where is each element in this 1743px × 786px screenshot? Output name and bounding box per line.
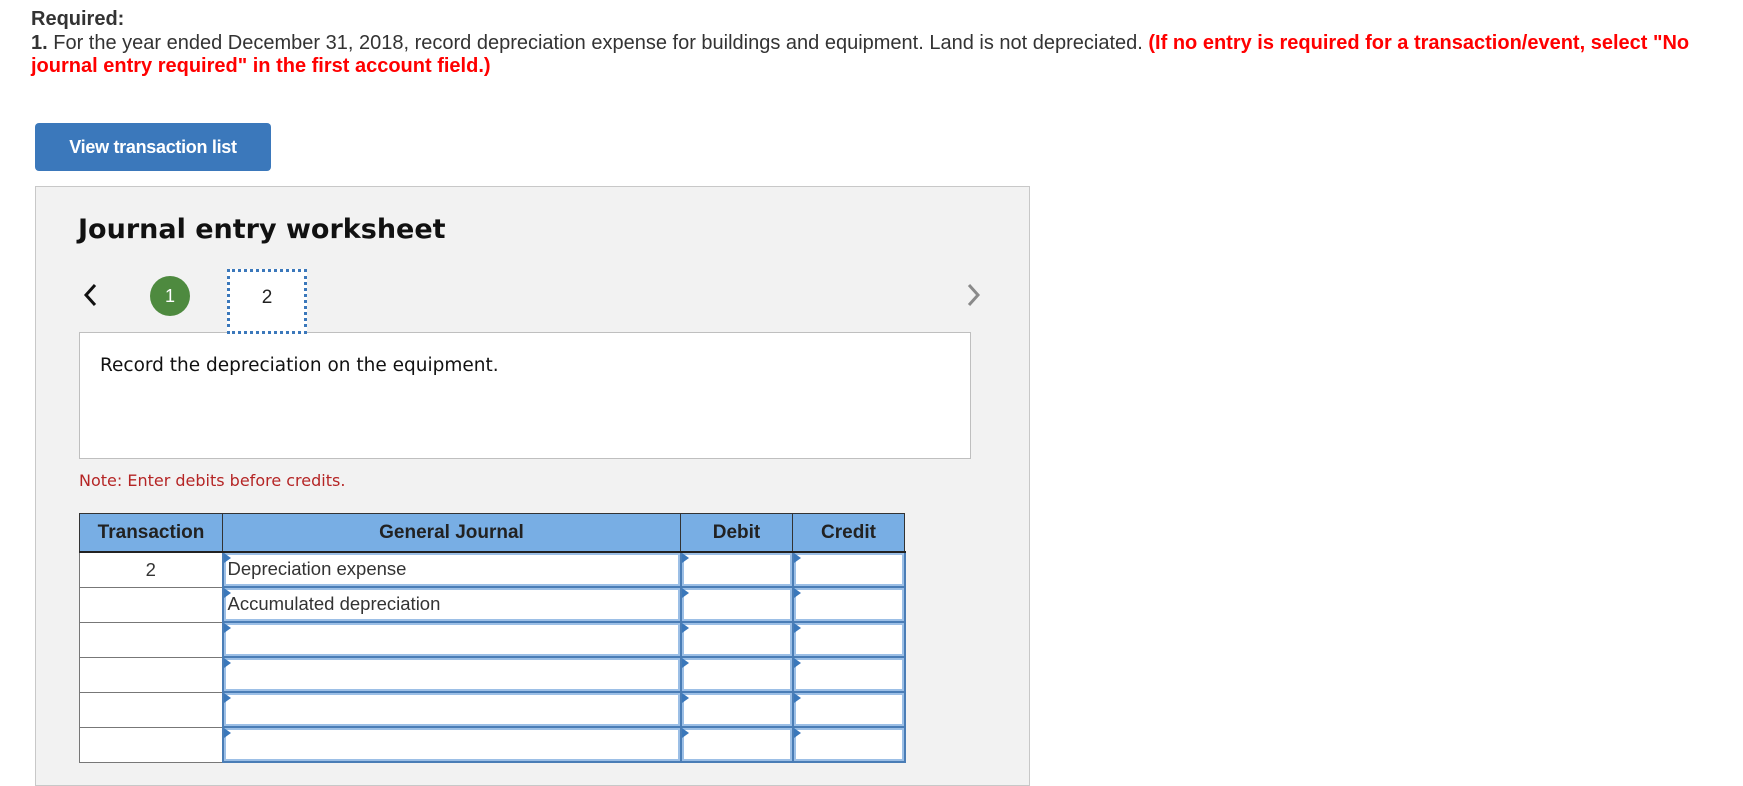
table-row bbox=[79, 726, 906, 763]
table-row: 2 Depreciation expense bbox=[79, 551, 906, 588]
account-field-value: Depreciation expense bbox=[227, 558, 407, 579]
transaction-cell bbox=[79, 621, 223, 658]
debit-field[interactable] bbox=[679, 726, 794, 763]
account-field[interactable] bbox=[221, 691, 682, 728]
debit-field[interactable] bbox=[679, 551, 794, 588]
dropdown-indicator-icon bbox=[793, 588, 801, 598]
account-field[interactable] bbox=[221, 726, 682, 763]
chevron-left-icon[interactable] bbox=[80, 278, 102, 312]
account-field[interactable]: Depreciation expense bbox=[221, 551, 682, 588]
dropdown-indicator-icon bbox=[223, 693, 231, 703]
debit-field[interactable] bbox=[679, 656, 794, 693]
table-row bbox=[79, 656, 906, 693]
table-row bbox=[79, 691, 906, 728]
entry-description: Record the depreciation on the equipment… bbox=[100, 355, 499, 376]
transaction-cell bbox=[79, 586, 223, 623]
dropdown-indicator-icon bbox=[681, 553, 689, 563]
debit-field[interactable] bbox=[679, 621, 794, 658]
required-instructions: Required: 1. For the year ended December… bbox=[31, 8, 1731, 79]
transaction-cell: 2 bbox=[79, 551, 223, 588]
column-header-transaction: Transaction bbox=[79, 513, 223, 553]
dropdown-indicator-icon bbox=[793, 728, 801, 738]
dropdown-indicator-icon bbox=[681, 658, 689, 668]
item-number: 1. bbox=[31, 31, 48, 54]
account-field-value: Accumulated depreciation bbox=[227, 593, 441, 614]
general-journal-table: Transaction General Journal Debit Credit… bbox=[79, 513, 906, 763]
table-row: Accumulated depreciation bbox=[79, 586, 906, 623]
dropdown-indicator-icon bbox=[793, 658, 801, 668]
table-header-row: Transaction General Journal Debit Credit bbox=[79, 513, 905, 553]
table-row bbox=[79, 621, 906, 658]
dropdown-indicator-icon bbox=[793, 623, 801, 633]
transaction-cell bbox=[79, 691, 223, 728]
dropdown-indicator-icon bbox=[223, 623, 231, 633]
worksheet-title: Journal entry worksheet bbox=[78, 214, 446, 245]
transaction-cell bbox=[79, 726, 223, 763]
credit-field[interactable] bbox=[791, 586, 906, 623]
credit-field[interactable] bbox=[791, 656, 906, 693]
account-field[interactable] bbox=[221, 656, 682, 693]
entry-description-box: Record the depreciation on the equipment… bbox=[79, 332, 971, 459]
dropdown-indicator-icon bbox=[793, 693, 801, 703]
credit-field[interactable] bbox=[791, 551, 906, 588]
debit-credit-note: Note: Enter debits before credits. bbox=[79, 471, 346, 490]
debit-field[interactable] bbox=[679, 586, 794, 623]
step-1-button[interactable]: 1 bbox=[150, 276, 190, 316]
step-2-button[interactable]: 2 bbox=[227, 269, 307, 334]
credit-field[interactable] bbox=[791, 691, 906, 728]
credit-field[interactable] bbox=[791, 621, 906, 658]
account-field[interactable]: Accumulated depreciation bbox=[221, 586, 682, 623]
dropdown-indicator-icon bbox=[681, 728, 689, 738]
dropdown-indicator-icon bbox=[681, 588, 689, 598]
credit-field[interactable] bbox=[791, 726, 906, 763]
transaction-cell bbox=[79, 656, 223, 693]
required-item: 1. For the year ended December 31, 2018,… bbox=[31, 32, 1731, 79]
debit-field[interactable] bbox=[679, 691, 794, 728]
dropdown-indicator-icon bbox=[793, 553, 801, 563]
column-header-debit: Debit bbox=[680, 513, 793, 553]
dropdown-indicator-icon bbox=[223, 728, 231, 738]
dropdown-indicator-icon bbox=[223, 658, 231, 668]
column-header-credit: Credit bbox=[792, 513, 905, 553]
chevron-right-icon[interactable] bbox=[962, 278, 984, 312]
item-instruction: For the year ended December 31, 2018, re… bbox=[47, 31, 1149, 54]
required-heading: Required: bbox=[31, 8, 125, 30]
column-header-general-journal: General Journal bbox=[222, 513, 681, 553]
account-field[interactable] bbox=[221, 621, 682, 658]
view-transaction-list-button[interactable]: View transaction list bbox=[35, 123, 271, 171]
dropdown-indicator-icon bbox=[681, 693, 689, 703]
dropdown-indicator-icon bbox=[681, 623, 689, 633]
